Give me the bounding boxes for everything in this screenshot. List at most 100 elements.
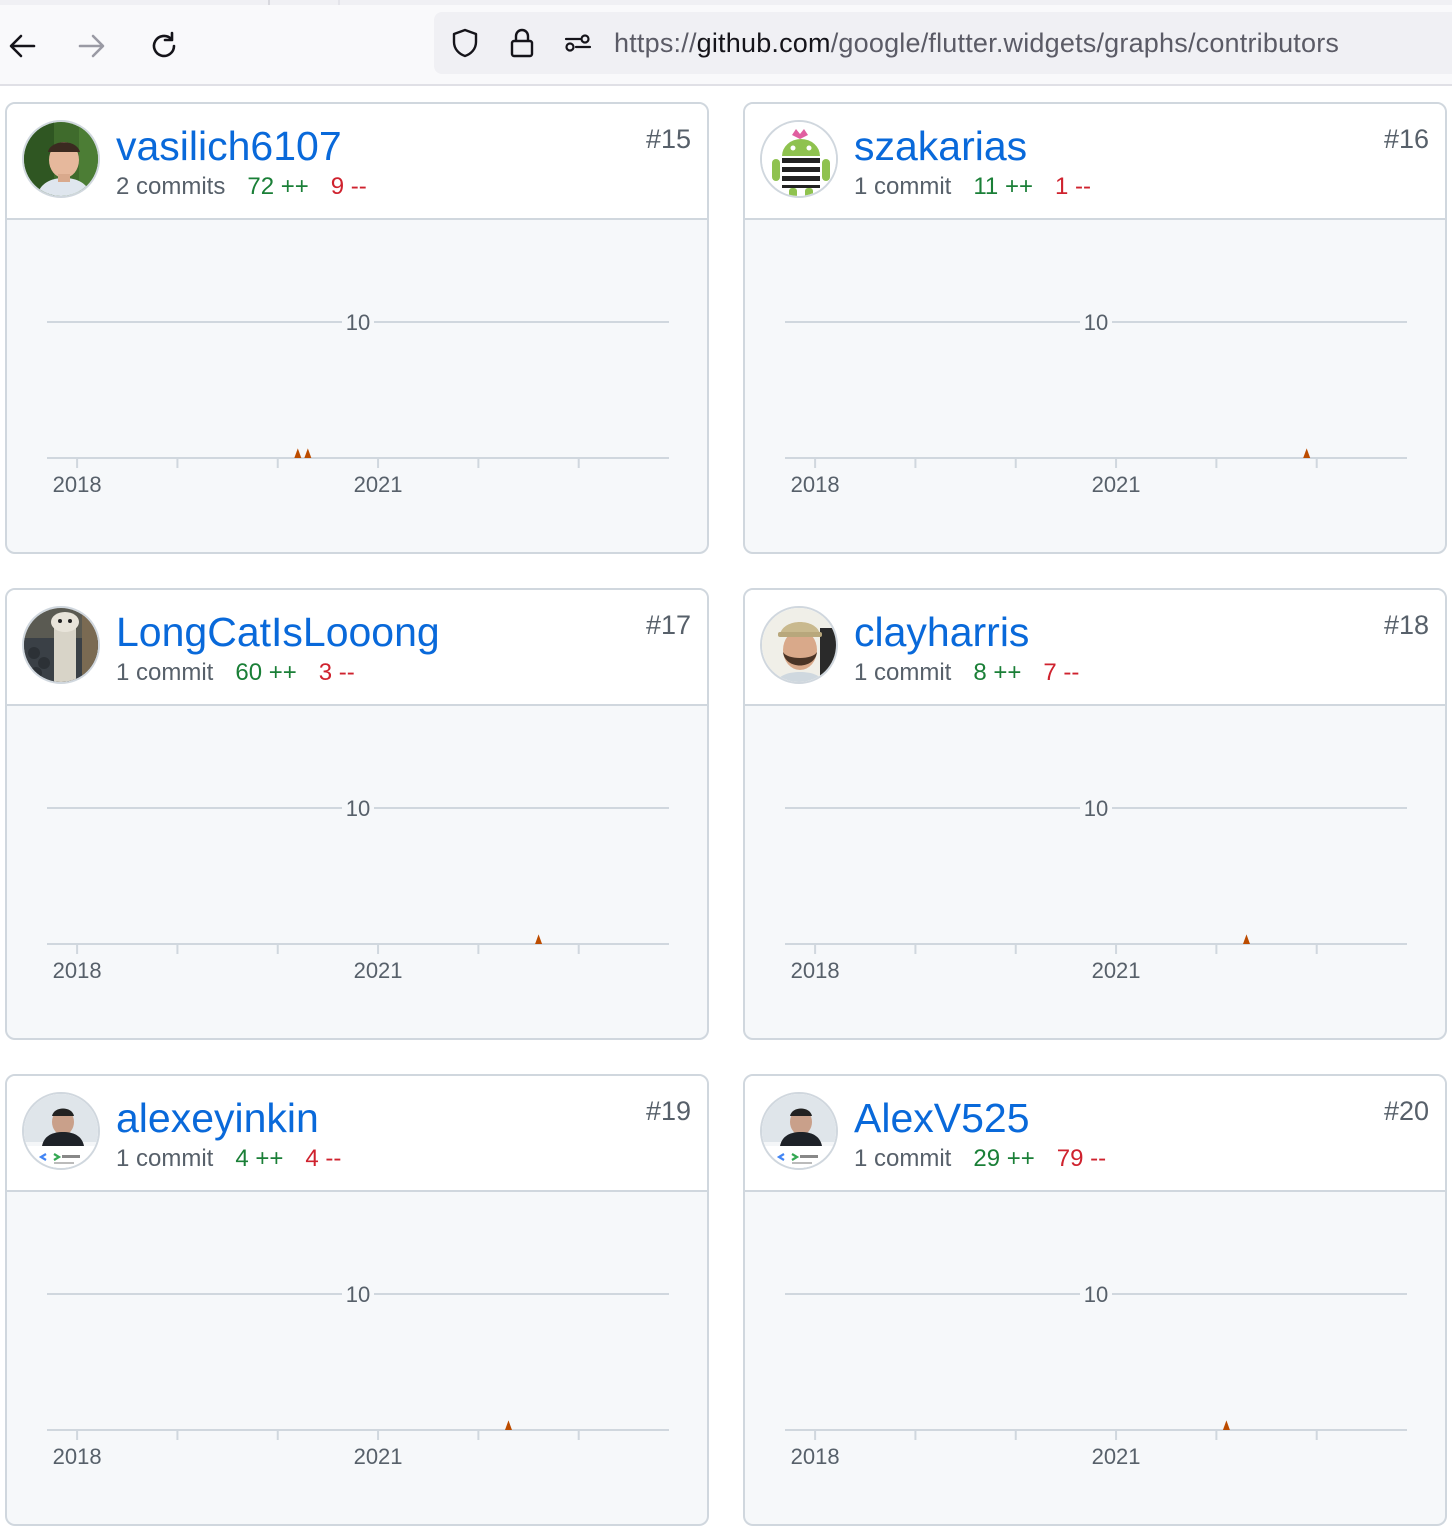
contributor-login-link[interactable]: alexeyinkin [116, 1094, 319, 1142]
additions-count: 72 ++ [247, 173, 309, 200]
url-host: github.com [696, 28, 831, 58]
commit-spike [504, 1420, 512, 1430]
url-path: /google/flutter.widgets/graphs/contribut… [830, 28, 1340, 58]
url-scheme: https:// [614, 28, 697, 58]
commit-spike [1242, 934, 1250, 944]
commit-count-link[interactable]: 1 commit [116, 659, 213, 686]
commit-count-link[interactable]: 1 commit [854, 173, 951, 200]
y-tick-label: 10 [346, 310, 370, 335]
contribution-chart: 10 2018 2021 [785, 310, 1407, 497]
x-tick-label: 2021 [354, 472, 403, 497]
y-tick-label: 10 [1084, 796, 1108, 821]
x-tick-label: 2021 [1092, 958, 1141, 983]
deletions-count: 79 -- [1056, 1145, 1107, 1172]
contribution-chart: 10 2018 2021 [785, 796, 1407, 983]
experts-badge-avatar[interactable] [760, 1092, 838, 1170]
contribution-chart: 10 2018 2021 [785, 1282, 1407, 1469]
additions-count: 4 ++ [235, 1145, 284, 1172]
rank-badge: #16 [1383, 124, 1429, 154]
deletions-count: 1 -- [1054, 173, 1091, 200]
shield-icon[interactable] [448, 26, 482, 60]
bearded-man-avatar[interactable] [760, 606, 838, 684]
x-tick-label: 2021 [354, 1444, 403, 1469]
reload-icon [146, 28, 182, 64]
contribution-chart: 10 2018 2021 [47, 796, 669, 983]
arrow-left-icon [4, 28, 40, 64]
contributor-card: szakarias 1 commit 11 ++ 1 -- #16 10 2018 2021 [743, 102, 1447, 554]
lock-icon[interactable] [505, 26, 539, 60]
additions-count: 11 ++ [973, 173, 1033, 200]
card-header: clayharris 1 commit 8 ++ 7 -- #18 [745, 590, 1445, 706]
contributor-card: alexeyinkin 1 commit 4 ++ 4 -- #19 10 2018 2021 [5, 1074, 709, 1526]
contributor-card: AlexV525 1 commit 29 ++ 79 -- #20 10 2018 2021 [743, 1074, 1447, 1526]
x-tick-label: 2021 [1092, 1444, 1141, 1469]
contribution-stats: 1 commit 60 ++ 3 -- [116, 658, 377, 688]
card-header: LongCatIsLooong 1 commit 60 ++ 3 -- #17 [7, 590, 707, 706]
card-header: alexeyinkin 1 commit 4 ++ 4 -- #19 [7, 1076, 707, 1192]
commit-count-link[interactable]: 2 commits [116, 173, 225, 200]
contributor-login-link[interactable]: szakarias [854, 122, 1027, 170]
forward-button[interactable] [70, 24, 114, 68]
deletions-count: 7 -- [1043, 659, 1080, 686]
url-text[interactable]: https://github.com/google/flutter.widget… [614, 26, 1339, 60]
card-header: vasilich6107 2 commits 72 ++ 9 -- #15 [7, 104, 707, 220]
contributor-card: vasilich6107 2 commits 72 ++ 9 -- #15 10 2018 2… [5, 102, 709, 554]
commit-spike [294, 448, 302, 458]
card-header: AlexV525 1 commit 29 ++ 79 -- #20 [745, 1076, 1445, 1192]
contributor-login-link[interactable]: LongCatIsLooong [116, 608, 440, 656]
x-tick-label: 2018 [791, 472, 840, 497]
contributor-card: LongCatIsLooong 1 commit 60 ++ 3 -- #17 10 201… [5, 588, 709, 1040]
deletions-count: 3 -- [318, 659, 355, 686]
commit-count-link[interactable]: 1 commit [854, 1145, 951, 1172]
contributor-card: clayharris 1 commit 8 ++ 7 -- #18 10 2018 2021 [743, 588, 1447, 1040]
rank-badge: #17 [645, 610, 691, 640]
x-tick-label: 2018 [53, 1444, 102, 1469]
contribution-stats: 1 commit 8 ++ 7 -- [854, 658, 1101, 688]
site-permissions-icon[interactable] [561, 26, 595, 60]
person-photo-avatar[interactable] [22, 120, 100, 198]
y-tick-label: 10 [346, 796, 370, 821]
contribution-chart: 10 2018 2021 [47, 1282, 669, 1469]
commit-count-link[interactable]: 1 commit [116, 1145, 213, 1172]
x-tick-label: 2018 [791, 1444, 840, 1469]
back-button[interactable] [0, 24, 44, 68]
contributor-login-link[interactable]: AlexV525 [854, 1094, 1030, 1142]
commit-spike [535, 934, 543, 944]
commit-count-link[interactable]: 1 commit [854, 659, 951, 686]
x-tick-label: 2021 [354, 958, 403, 983]
contributor-login-link[interactable]: clayharris [854, 608, 1029, 656]
additions-count: 29 ++ [973, 1145, 1035, 1172]
commit-spike [1303, 448, 1311, 458]
y-tick-label: 10 [346, 1282, 370, 1307]
rank-badge: #20 [1383, 1096, 1429, 1126]
y-tick-label: 10 [1084, 310, 1108, 335]
longcat-avatar[interactable] [22, 606, 100, 684]
x-tick-label: 2018 [53, 958, 102, 983]
commit-spike [1222, 1420, 1230, 1430]
contribution-chart: 10 2018 2021 [47, 310, 669, 497]
android-robot-avatar[interactable] [760, 120, 838, 198]
additions-count: 60 ++ [235, 659, 297, 686]
additions-count: 8 ++ [973, 659, 1022, 686]
experts-badge-avatar[interactable] [22, 1092, 100, 1170]
contribution-stats: 1 commit 29 ++ 79 -- [854, 1144, 1128, 1174]
contribution-stats: 1 commit 11 ++ 1 -- [854, 172, 1113, 202]
address-bar[interactable]: https://github.com/google/flutter.widget… [434, 12, 1452, 74]
rank-badge: #18 [1383, 610, 1429, 640]
reload-button[interactable] [142, 24, 186, 68]
contribution-stats: 1 commit 4 ++ 4 -- [116, 1144, 363, 1174]
commit-spike [304, 448, 312, 458]
arrow-right-icon [74, 28, 110, 64]
x-tick-label: 2018 [53, 472, 102, 497]
rank-badge: #15 [645, 124, 691, 154]
card-header: szakarias 1 commit 11 ++ 1 -- #16 [745, 104, 1445, 220]
x-tick-label: 2018 [791, 958, 840, 983]
rank-badge: #19 [645, 1096, 691, 1126]
deletions-count: 9 -- [330, 173, 367, 200]
deletions-count: 4 -- [305, 1145, 342, 1172]
browser-toolbar: https://github.com/google/flutter.widget… [0, 0, 1452, 86]
x-tick-label: 2021 [1092, 472, 1141, 497]
contributor-login-link[interactable]: vasilich6107 [116, 122, 342, 170]
y-tick-label: 10 [1084, 1282, 1108, 1307]
tab-strip-edge [0, 0, 1452, 5]
